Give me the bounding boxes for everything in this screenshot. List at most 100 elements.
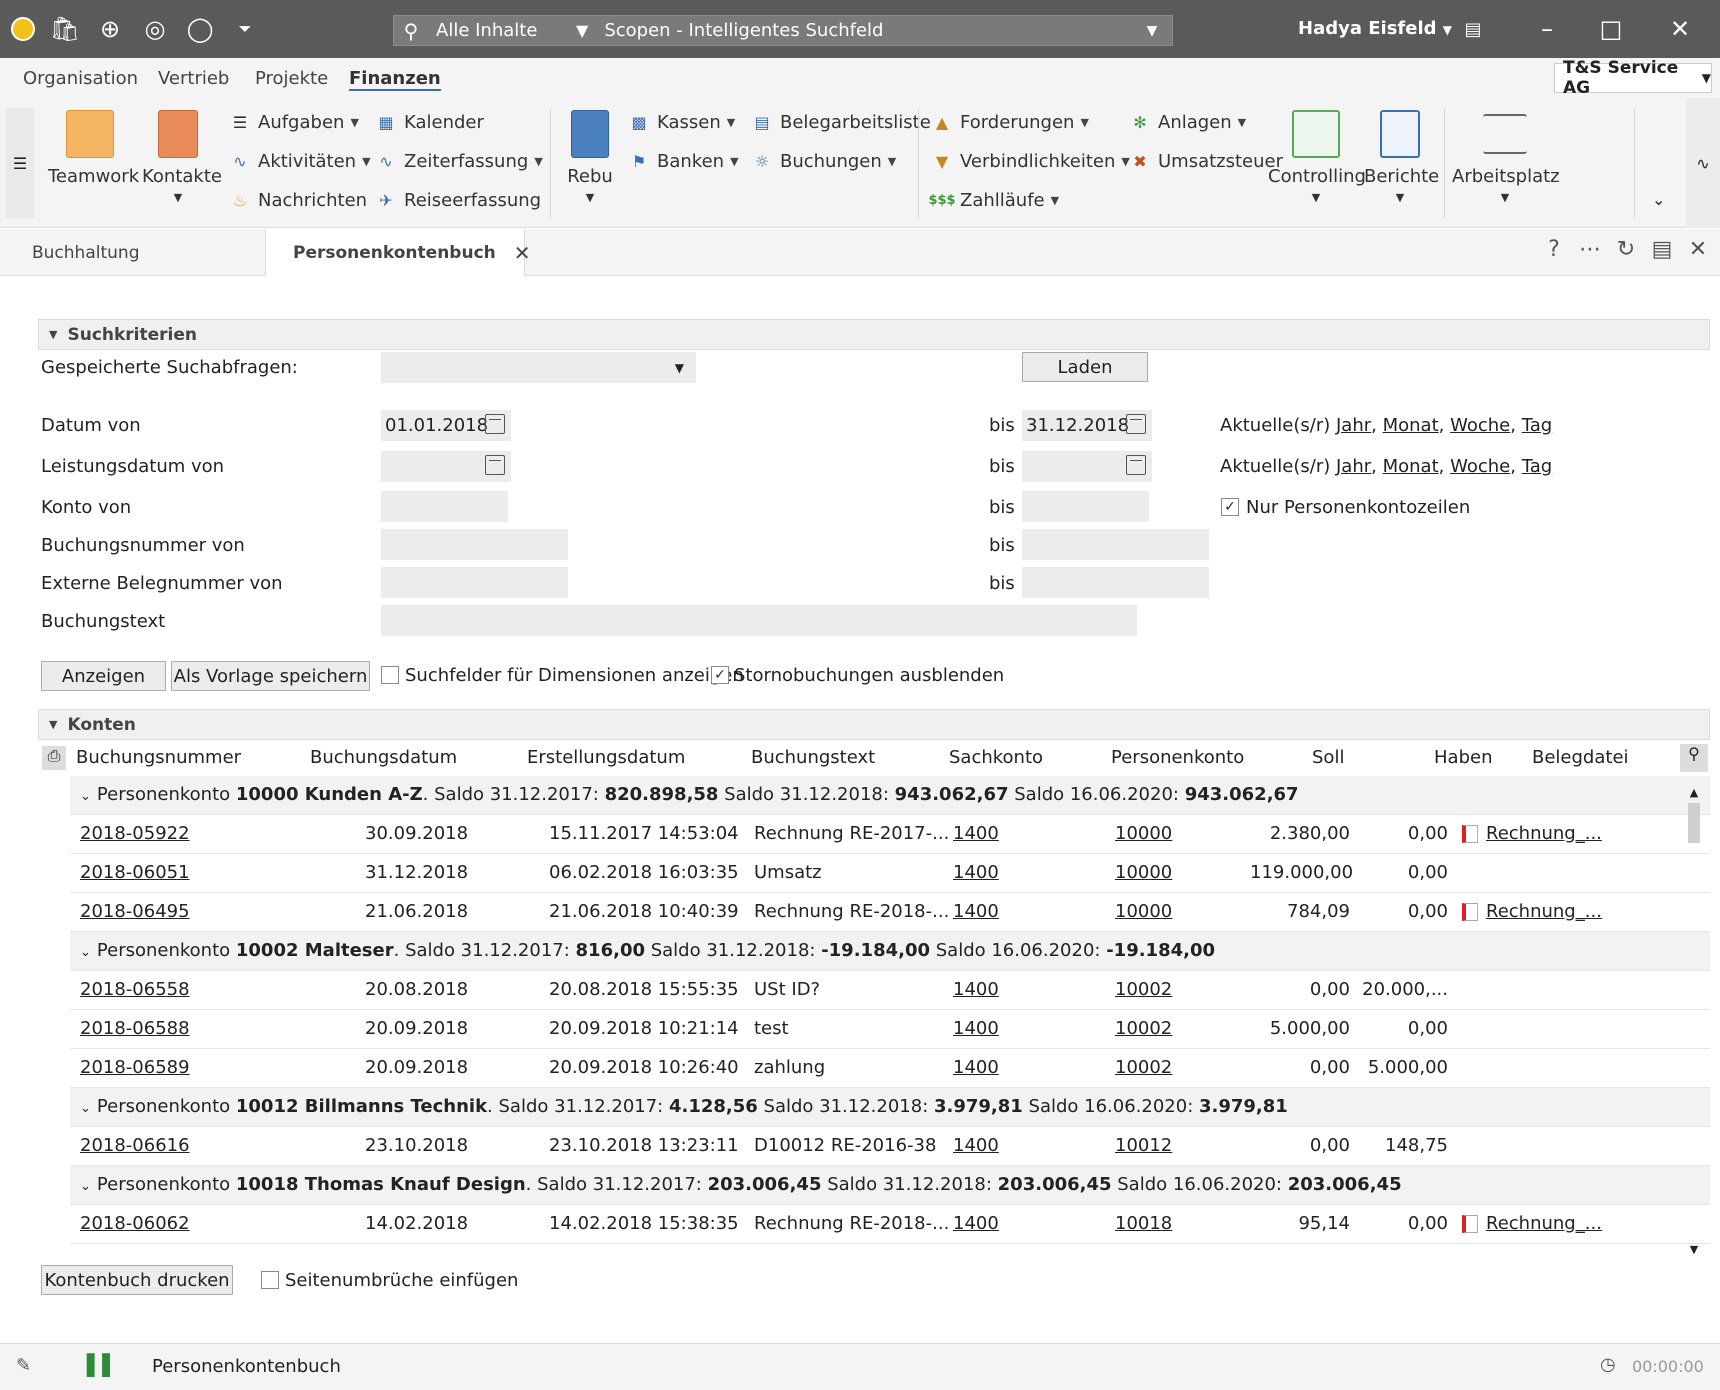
konto-von-input[interactable]: [381, 491, 508, 522]
cell-buchungsnummer[interactable]: 2018-05922: [80, 823, 190, 844]
cell-buchungsnummer[interactable]: 2018-06588: [80, 1018, 190, 1039]
expand-chevron-icon[interactable]: ⌄: [80, 945, 91, 960]
scroll-down-icon[interactable]: ▼: [1686, 1243, 1702, 1256]
table-row[interactable]: 2018-05922 30.09.2018 15.11.2017 14:53:0…: [70, 815, 1710, 854]
belegdatei-link[interactable]: Rechnung_...: [1486, 823, 1602, 844]
menu-vertrieb[interactable]: Vertrieb: [158, 68, 229, 89]
aufgaben-button[interactable]: ☰ Aufgaben ▼: [228, 111, 359, 133]
dimensionen-checkbox[interactable]: [381, 666, 399, 684]
cell-buchungsnummer[interactable]: 2018-06616: [80, 1135, 190, 1156]
als-vorlage-button[interactable]: Als Vorlage speichern: [171, 661, 370, 691]
buchungsnummer-bis-input[interactable]: [1022, 529, 1209, 560]
cell-personenkonto[interactable]: 10012: [1115, 1135, 1172, 1156]
refresh-icon[interactable]: ↻: [1614, 237, 1638, 262]
close-view-icon[interactable]: ✕: [1686, 237, 1710, 262]
cell-buchungsnummer[interactable]: 2018-06495: [80, 901, 190, 922]
cell-sachkonto[interactable]: 1400: [953, 1135, 999, 1156]
cell-belegdatei[interactable]: Rechnung_...: [1462, 823, 1602, 844]
scroll-thumb[interactable]: [1688, 803, 1700, 843]
table-row[interactable]: 2018-06495 21.06.2018 21.06.2018 10:40:3…: [70, 893, 1710, 932]
calendar-icon[interactable]: [1126, 414, 1146, 434]
search-dropdown-icon[interactable]: ▼: [1132, 23, 1172, 39]
user-menu[interactable]: Hadya Eisfeld ▼: [1298, 18, 1452, 39]
cell-buchungsnummer[interactable]: 2018-06589: [80, 1057, 190, 1078]
filter-icon[interactable]: ▼: [576, 21, 588, 40]
monat-link[interactable]: Monat: [1383, 456, 1439, 477]
grid-search-icon[interactable]: ⚲: [1680, 744, 1708, 772]
help-icon[interactable]: ?: [1542, 237, 1566, 262]
col-buchungsnummer[interactable]: Buchungsnummer: [76, 747, 241, 768]
nur-personen-checkbox[interactable]: ✓: [1221, 498, 1239, 516]
zahllaeufe-button[interactable]: $$$ Zahlläufe ▼: [928, 189, 1059, 211]
tag-link[interactable]: Tag: [1522, 415, 1552, 436]
kontakte-button[interactable]: Kontakte ▼: [142, 110, 222, 204]
buchungstext-input[interactable]: [381, 605, 1137, 636]
table-row[interactable]: 2018-06558 20.08.2018 20.08.2018 15:55:3…: [70, 971, 1710, 1010]
zeiterfassung-button[interactable]: ∿ Zeiterfassung ▼: [374, 150, 542, 172]
quick-access-dropdown-icon[interactable]: ⏷: [230, 14, 260, 44]
cell-belegdatei[interactable]: Rechnung_...: [1462, 901, 1602, 922]
col-buchungsdatum[interactable]: Buchungsdatum: [310, 747, 457, 768]
belegdatei-link[interactable]: Rechnung_...: [1486, 1213, 1602, 1234]
verbindlichkeiten-button[interactable]: ▼ Verbindlichkeiten ▼: [930, 150, 1130, 172]
suchkriterien-header[interactable]: ▼ Suchkriterien: [38, 319, 1710, 350]
cell-personenkonto[interactable]: 10018: [1115, 1213, 1172, 1234]
cell-sachkonto[interactable]: 1400: [953, 862, 999, 883]
aktivitaeten-button[interactable]: ∿ Aktivitäten ▼: [228, 150, 370, 172]
group-header[interactable]: ⌄ Personenkonto 10012 Billmanns Technik. …: [70, 1088, 1710, 1127]
minimize-icon[interactable]: –: [1532, 14, 1562, 44]
col-belegdatei[interactable]: Belegdatei: [1532, 747, 1629, 768]
table-row[interactable]: 2018-06616 23.10.2018 23.10.2018 13:23:1…: [70, 1127, 1710, 1166]
company-selector[interactable]: T&S Service AG ▼: [1554, 58, 1712, 98]
lightbulb-icon[interactable]: ◯: [185, 14, 215, 44]
search-input[interactable]: Scopen - Intelligentes Suchfeld: [604, 20, 1132, 41]
cell-personenkonto[interactable]: 10002: [1115, 979, 1172, 1000]
col-sachkonto[interactable]: Sachkonto: [949, 747, 1043, 768]
add-icon[interactable]: ⊕: [95, 14, 125, 44]
reiseerfassung-button[interactable]: ✈ Reiseerfassung: [374, 189, 541, 211]
controlling-button[interactable]: Controlling ▼: [1268, 110, 1366, 204]
cell-personenkonto[interactable]: 10002: [1115, 1018, 1172, 1039]
close-window-icon[interactable]: ✕: [1665, 14, 1695, 44]
lifebuoy-icon[interactable]: ◎: [140, 14, 170, 44]
laden-button[interactable]: Laden: [1022, 352, 1148, 382]
menu-organisation[interactable]: Organisation: [23, 68, 138, 89]
woche-link[interactable]: Woche: [1450, 456, 1510, 477]
cell-personenkonto[interactable]: 10000: [1115, 823, 1172, 844]
cell-personenkonto[interactable]: 10002: [1115, 1057, 1172, 1078]
cell-sachkonto[interactable]: 1400: [953, 1057, 999, 1078]
saved-search-select[interactable]: ▼: [381, 352, 696, 383]
anlagen-button[interactable]: ✻ Anlagen ▼: [1128, 111, 1246, 133]
datum-von-input[interactable]: 01.01.2018: [381, 410, 511, 441]
menu-projekte[interactable]: Projekte: [255, 68, 328, 89]
externe-bis-input[interactable]: [1022, 567, 1209, 598]
table-row[interactable]: 2018-06051 31.12.2018 06.02.2018 16:03:3…: [70, 854, 1710, 893]
datum-bis-input[interactable]: 31.12.2018: [1022, 410, 1152, 441]
col-erstellungsdatum[interactable]: Erstellungsdatum: [527, 747, 685, 768]
cell-personenkonto[interactable]: 10000: [1115, 901, 1172, 922]
forderungen-button[interactable]: ▲ Forderungen ▼: [930, 111, 1089, 133]
print-icon[interactable]: ⎙: [42, 746, 66, 770]
notes-icon[interactable]: ✎: [16, 1355, 31, 1376]
belegarbeitsliste-button[interactable]: ▤ Belegarbeitsliste: [750, 111, 930, 133]
bar-chart-icon[interactable]: ▌▌: [87, 1353, 118, 1377]
cell-sachkonto[interactable]: 1400: [953, 823, 999, 844]
cell-personenkonto[interactable]: 10000: [1115, 862, 1172, 883]
anzeigen-button[interactable]: Anzeigen: [41, 661, 166, 691]
kontenbuch-drucken-button[interactable]: Kontenbuch drucken: [41, 1265, 233, 1295]
more-icon[interactable]: ⋯: [1578, 237, 1602, 262]
konten-header[interactable]: ▼ Konten: [38, 709, 1710, 740]
col-haben[interactable]: Haben: [1434, 747, 1492, 768]
search-bar[interactable]: ⚲ Alle Inhalte ▼ Scopen - Intelligentes …: [393, 15, 1173, 46]
cell-buchungsnummer[interactable]: 2018-06051: [80, 862, 190, 883]
tab-personenkontenbuch[interactable]: Personenkontenbuch ✕: [265, 229, 531, 276]
menu-finanzen[interactable]: Finanzen: [349, 68, 441, 91]
ribbon-side-toggle-icon[interactable]: ☰: [6, 108, 34, 218]
kassen-button[interactable]: ▩ Kassen ▼: [627, 111, 735, 133]
monat-link[interactable]: Monat: [1383, 415, 1439, 436]
konto-bis-input[interactable]: [1022, 491, 1149, 522]
belegdatei-link[interactable]: Rechnung_...: [1486, 901, 1602, 922]
cell-belegdatei[interactable]: Rechnung_...: [1462, 1213, 1602, 1234]
table-row[interactable]: 2018-06062 14.02.2018 14.02.2018 15:38:3…: [70, 1205, 1710, 1244]
buchungen-button[interactable]: ☼ Buchungen ▼: [750, 150, 896, 172]
